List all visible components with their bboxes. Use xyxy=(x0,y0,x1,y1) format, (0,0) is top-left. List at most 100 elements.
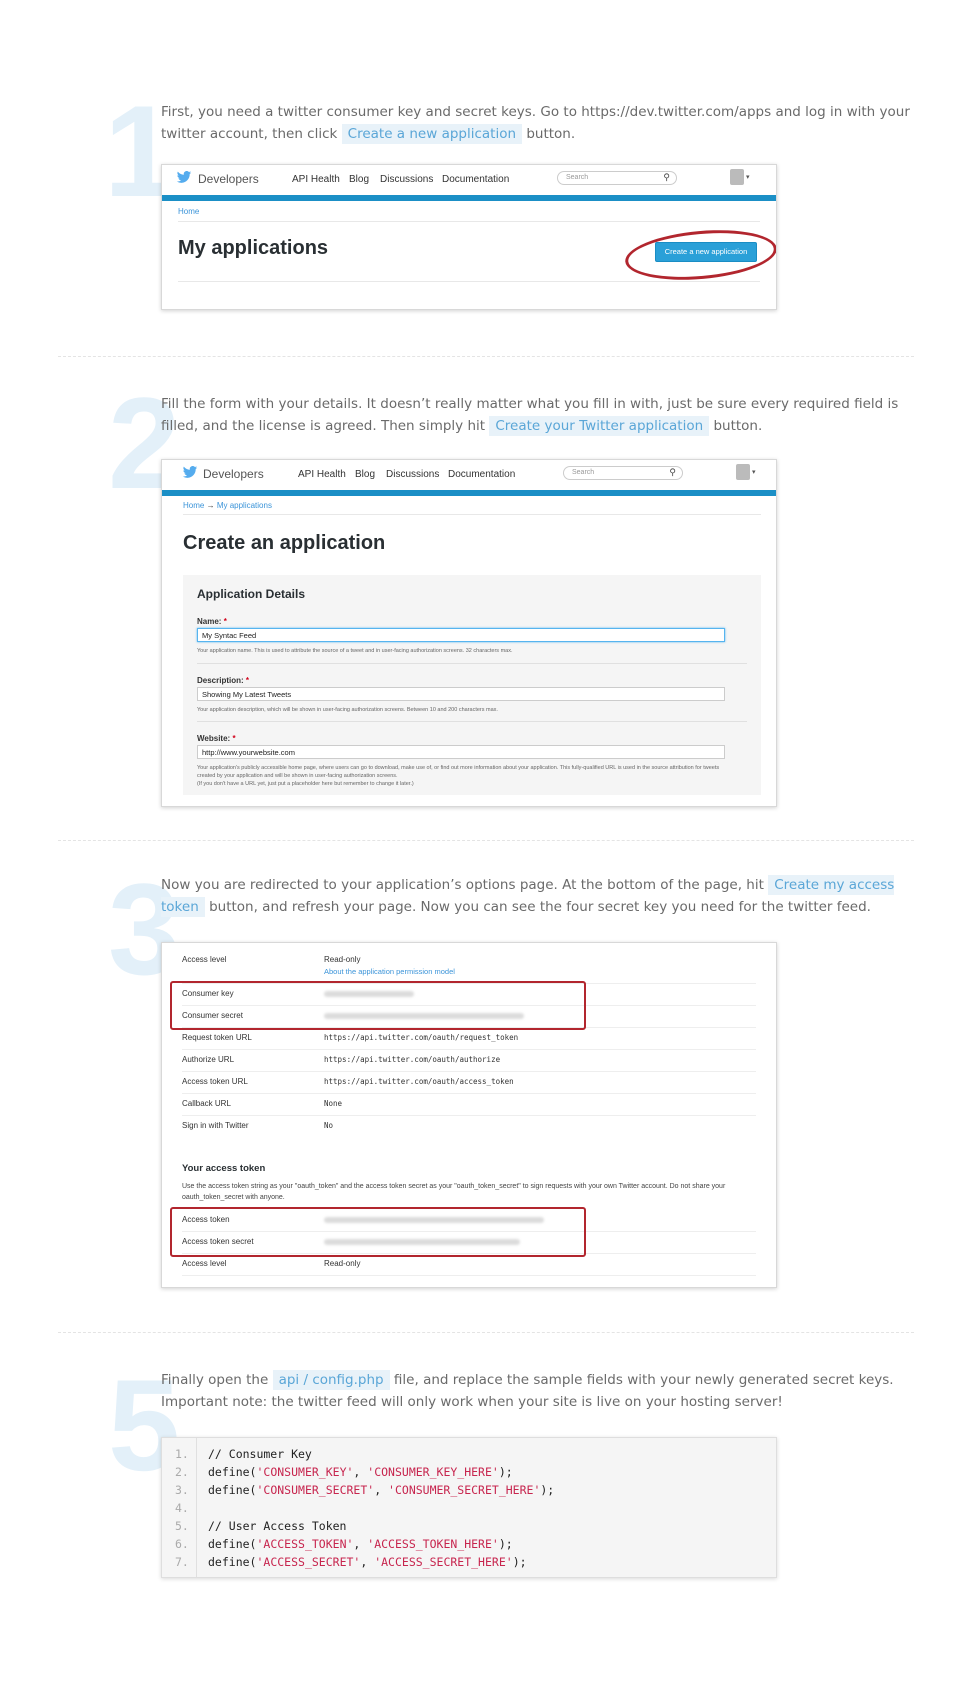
annotation-box-consumer xyxy=(170,981,586,1030)
table-row-access-token-url: Access token URL https://api.twitter.com… xyxy=(182,1071,756,1094)
code-text: define('ACCESS_SECRET', 'ACCESS_SECRET_H… xyxy=(208,1555,527,1569)
name-help: Your application name. This is used to a… xyxy=(197,648,513,654)
permission-model-link[interactable]: About the application permission model xyxy=(324,967,455,976)
twitter-header: Developers API Health Blog Discussions D… xyxy=(162,165,776,195)
website-help-note: (If you don't have a URL yet, just put a… xyxy=(197,781,414,787)
line-number: 4. xyxy=(175,1501,189,1515)
code-comment: // User Access Token xyxy=(208,1519,347,1533)
row-value: https://api.twitter.com/oauth/access_tok… xyxy=(324,1077,514,1086)
access-token-title: Your access token xyxy=(182,1163,266,1174)
table-row-authorize-url: Authorize URL https://api.twitter.com/oa… xyxy=(182,1049,756,1072)
step-3-text-after: button, and refresh your page. Now you c… xyxy=(209,899,871,915)
section-title: Application Details xyxy=(197,587,306,601)
description-label: Description: * xyxy=(197,676,250,685)
line-number: 3. xyxy=(175,1483,189,1497)
line-number: 5. xyxy=(175,1519,189,1533)
developers-brand[interactable]: Developers xyxy=(198,172,259,186)
step-3-text: Now you are redirected to your applicati… xyxy=(161,877,764,893)
twitter-bird-icon xyxy=(176,171,192,183)
step-2-description: Fill the form with your details. It does… xyxy=(161,393,916,437)
website-field[interactable]: http://www.yourwebsite.com xyxy=(197,745,725,759)
table-row-access-level: Access level Read-only About the applica… xyxy=(182,949,756,984)
config-file-highlight: api / config.php xyxy=(272,1370,390,1390)
row-label: Callback URL xyxy=(182,1099,231,1108)
nav-discussions[interactable]: Discussions xyxy=(380,174,433,185)
nav-api-health[interactable]: API Health xyxy=(292,174,340,185)
section-divider xyxy=(58,356,914,357)
row-value: Read-only xyxy=(324,955,361,964)
code-text: define('CONSUMER_SECRET', 'CONSUMER_SECR… xyxy=(208,1483,555,1497)
page-title: My applications xyxy=(178,237,329,259)
description-help: Your application description, which will… xyxy=(197,707,498,713)
search-placeholder: Search xyxy=(572,469,595,476)
page-title: Create an application xyxy=(183,532,386,554)
step-2-text-after: button. xyxy=(713,418,763,434)
row-label: Access level xyxy=(182,1259,227,1268)
code-line-5: 5. // User Access Token xyxy=(162,1517,776,1535)
search-input[interactable]: Search ⚲ xyxy=(557,171,677,185)
website-label: Website: * xyxy=(197,734,236,743)
search-placeholder: Search xyxy=(566,174,589,181)
breadcrumb-arrow: → xyxy=(206,501,215,510)
table-row-sign-in-with-twitter: Sign in with Twitter No xyxy=(182,1115,756,1137)
config-code-block[interactable]: 1. // Consumer Key 2. define('CONSUMER_K… xyxy=(161,1437,777,1578)
step-5-description: Finally open the api / config.php file, … xyxy=(161,1369,916,1413)
nav-blog[interactable]: Blog xyxy=(349,174,369,185)
annotation-circle xyxy=(623,224,776,286)
nav-discussions[interactable]: Discussions xyxy=(386,469,439,480)
chevron-down-icon[interactable]: ▾ xyxy=(746,173,750,181)
row-value: No xyxy=(324,1121,334,1130)
row-label: Request token URL xyxy=(182,1033,252,1042)
code-text: define('CONSUMER_KEY', 'CONSUMER_KEY_HER… xyxy=(208,1465,513,1479)
section-divider xyxy=(58,1332,914,1333)
divider xyxy=(183,514,761,515)
breadcrumb-my-applications[interactable]: My applications xyxy=(217,501,272,510)
access-token-description: Use the access token string as your "oau… xyxy=(182,1183,726,1201)
row-value: https://api.twitter.com/oauth/request_to… xyxy=(324,1033,519,1042)
line-number: 7. xyxy=(175,1555,189,1569)
table-row-callback-url: Callback URL None xyxy=(182,1093,756,1116)
screenshot-create-application: Developers API Health Blog Discussions D… xyxy=(161,459,777,807)
row-label: Access token URL xyxy=(182,1077,248,1086)
code-line-7: 7. define('ACCESS_SECRET', 'ACCESS_SECRE… xyxy=(162,1553,776,1571)
user-avatar-icon[interactable] xyxy=(736,464,750,480)
code-line-2: 2. define('CONSUMER_KEY', 'CONSUMER_KEY_… xyxy=(162,1463,776,1481)
application-details-form: Application Details Name: * My Syntac Fe… xyxy=(183,575,761,795)
name-label: Name: * xyxy=(197,617,227,626)
breadcrumb-home[interactable]: Home xyxy=(183,501,204,510)
row-label: Access level xyxy=(182,955,227,964)
annotation-box-access-token xyxy=(170,1207,586,1257)
nav-blog[interactable]: Blog xyxy=(355,469,375,480)
code-line-6: 6. define('ACCESS_TOKEN', 'ACCESS_TOKEN_… xyxy=(162,1535,776,1553)
row-label: Sign in with Twitter xyxy=(182,1121,249,1130)
twitter-header: Developers API Health Blog Discussions D… xyxy=(162,460,776,490)
section-divider xyxy=(58,840,914,841)
description-field[interactable]: Showing My Latest Tweets xyxy=(197,687,725,701)
create-twitter-application-highlight: Create your Twitter application xyxy=(489,416,710,436)
magnifier-icon[interactable]: ⚲ xyxy=(663,172,670,183)
user-avatar-icon[interactable] xyxy=(730,169,744,185)
code-line-1: 1. // Consumer Key xyxy=(162,1445,776,1463)
nav-documentation[interactable]: Documentation xyxy=(442,174,509,185)
twitter-header-bar xyxy=(162,490,776,496)
twitter-bird-icon xyxy=(182,466,198,478)
magnifier-icon[interactable]: ⚲ xyxy=(669,467,676,478)
nav-documentation[interactable]: Documentation xyxy=(448,469,515,480)
line-number: 6. xyxy=(175,1537,189,1551)
breadcrumb-home[interactable]: Home xyxy=(178,207,199,216)
divider xyxy=(197,721,747,722)
row-value: https://api.twitter.com/oauth/authorize xyxy=(324,1055,501,1064)
table-row-token-access-level: Access level Read-only xyxy=(182,1253,756,1276)
twitter-header-bar xyxy=(162,195,776,201)
code-line-3: 3. define('CONSUMER_SECRET', 'CONSUMER_S… xyxy=(162,1481,776,1499)
screenshot-my-applications: Developers API Health Blog Discussions D… xyxy=(161,164,777,310)
code-text: define('ACCESS_TOKEN', 'ACCESS_TOKEN_HER… xyxy=(208,1537,513,1551)
chevron-down-icon[interactable]: ▾ xyxy=(752,468,756,476)
nav-api-health[interactable]: API Health xyxy=(298,469,346,480)
screenshot-application-keys: Access level Read-only About the applica… xyxy=(161,942,777,1288)
developers-brand[interactable]: Developers xyxy=(203,467,264,481)
name-field[interactable]: My Syntac Feed xyxy=(197,628,725,642)
search-input[interactable]: Search ⚲ xyxy=(563,466,683,480)
create-new-application-highlight: Create a new application xyxy=(341,124,523,144)
code-line-4: 4. xyxy=(162,1499,776,1517)
